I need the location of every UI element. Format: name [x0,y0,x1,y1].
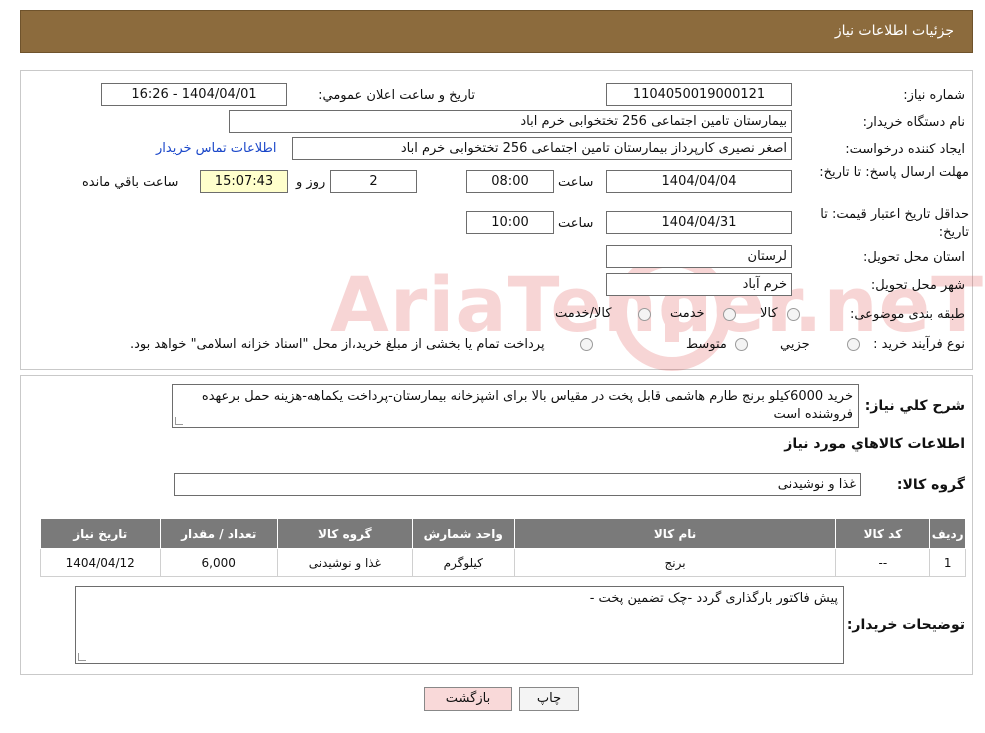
category-service-label: خدمت [670,306,705,321]
category-goods-radio[interactable] [787,308,800,321]
col-row-number: رديف [929,518,966,549]
province-field: لرستان [606,245,792,268]
deadline-date-field: 1404/04/04 [606,170,792,193]
creator-label: ايجاد کننده درخواست: [845,142,965,157]
resize-handle-icon[interactable] [175,417,183,425]
goods-group-label: گروه کالا: [896,477,965,493]
remaining-time-field: 15:07:43 [200,170,288,193]
need-number-label: شماره نیاز: [903,88,965,103]
table-row: 1 -- برنج کیلوگرم غذا و نوشیدنی 6,000 14… [40,548,966,577]
cell-need-date: 1404/04/12 [40,548,161,577]
cell-row-number: 1 [929,548,966,577]
validity-label: حداقل تاريخ اعتبار قيمت: تا تاريخ: [820,207,969,240]
col-goods-code: کد کالا [835,518,931,549]
cell-goods-code: -- [835,548,931,577]
deadline-time-label: ساعت [558,175,594,190]
process-label: نوع فرآيند خريد : [873,337,965,352]
buyer-org-field: بیمارستان تامین اجتماعی 256 تختخوابی خرم… [229,110,792,133]
category-service-radio[interactable] [723,308,736,321]
buyer-org-label: نام دستگاه خريدار: [862,115,965,130]
province-label: استان محل تحويل: [863,250,965,265]
category-goods-service-label: کالا/خدمت [555,306,612,321]
cell-goods-group: غذا و نوشیدنی [276,548,413,577]
announce-label: تاريخ و ساعت اعلان عمومي: [318,88,475,103]
contact-info-link[interactable]: اطلاعات تماس خريدار [156,141,276,156]
category-label: طبقه بندی موضوعی: [849,307,965,322]
validity-date-field: 1404/04/31 [606,211,792,234]
col-goods-group: گروه کالا [276,518,413,549]
process-minor-radio[interactable] [847,338,860,351]
buyer-notes-label: توضيحات خريدار: [846,617,965,633]
page-title: جزئیات اطلاعات نیاز [834,23,954,39]
resize-handle-icon[interactable] [78,653,86,661]
buyer-notes-text: پیش فاکتور بارگذاری گردد -چک تضمین پخت - [589,591,838,606]
summary-textarea[interactable]: خرید 6000کیلو برنج طارم هاشمی قابل پخت د… [172,384,859,428]
col-unit: واحد شمارش [411,518,515,549]
col-goods-name: نام کالا [513,518,837,549]
category-goods-label: کالا [760,306,778,321]
need-number-field: 1104050019000121 [606,83,792,106]
process-medium-label: متوسط [686,337,727,352]
cell-quantity: 6,000 [159,548,278,577]
print-button[interactable]: چاپ [519,687,579,711]
col-need-date: تاريخ نياز [40,518,161,549]
validity-time-field: 10:00 [466,211,554,234]
col-quantity: تعداد / مقدار [159,518,278,549]
days-field: 2 [330,170,417,193]
buyer-notes-textarea[interactable]: پیش فاکتور بارگذاری گردد -چک تضمین پخت - [75,586,844,664]
announce-field: 1404/04/01 - 16:26 [101,83,287,106]
page-header: جزئیات اطلاعات نیاز [20,10,973,53]
back-button[interactable]: بازگشت [424,687,512,711]
process-minor-label: جزيي [780,337,810,352]
creator-field: اصغر نصیری کارپرداز بیمارستان تامین اجتم… [292,137,792,160]
deadline-label: مهلت ارسال پاسخ: تا تاريخ: [819,165,969,180]
deadline-time-field: 08:00 [466,170,554,193]
process-medium-radio[interactable] [735,338,748,351]
summary-text: خرید 6000کیلو برنج طارم هاشمی قابل پخت د… [201,389,853,422]
goods-table: رديف کد کالا نام کالا واحد شمارش گروه کا… [40,518,966,577]
days-label: روز و [296,175,326,190]
cell-goods-name: برنج [513,548,837,577]
city-field: خرم آباد [606,273,792,296]
category-goods-service-radio[interactable] [638,308,651,321]
summary-label: شرح کلي نياز: [864,398,965,414]
city-label: شهر محل تحويل: [870,278,965,293]
goods-group-field: غذا و نوشیدنی [174,473,861,496]
table-header-row: رديف کد کالا نام کالا واحد شمارش گروه کا… [40,518,966,549]
validity-time-label: ساعت [558,216,594,231]
cell-unit: کیلوگرم [411,548,515,577]
process-note: پرداخت تمام یا بخشی از مبلغ خرید،از محل … [130,337,545,352]
remaining-label: ساعت باقي مانده [82,175,179,190]
process-treasury-checkbox[interactable] [580,338,593,351]
goods-info-title: اطلاعات کالاهاي مورد نياز [784,436,965,452]
